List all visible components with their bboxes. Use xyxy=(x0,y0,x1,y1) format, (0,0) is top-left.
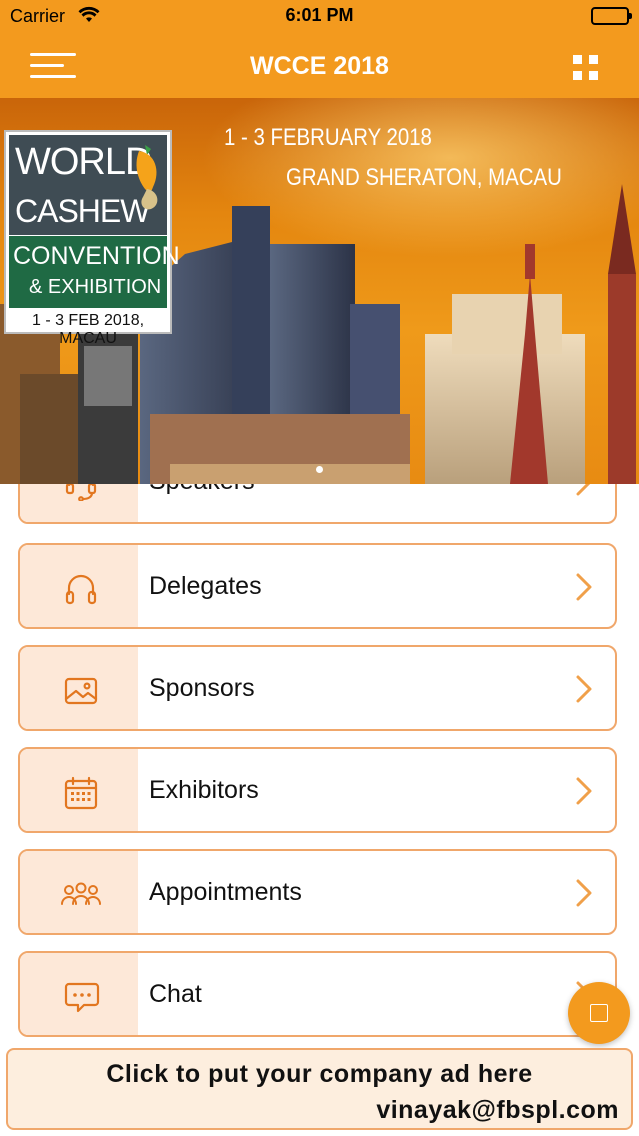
app-header: Carrier 6:01 PM WCCE 2018 xyxy=(0,0,639,98)
headset-icon xyxy=(65,484,97,501)
menu-item-label: Exhibitors xyxy=(149,776,259,804)
logo-exhibition-text: & EXHIBITION xyxy=(29,276,162,298)
chevron-right-icon xyxy=(576,879,592,907)
people-icon xyxy=(61,882,101,905)
ad-headline: Click to put your company ad here xyxy=(106,1060,533,1088)
calendar-icon xyxy=(64,776,98,810)
ad-banner[interactable]: Click to put your company ad here vinaya… xyxy=(6,1048,633,1130)
menu-item-chat[interactable]: Chat xyxy=(18,951,617,1037)
menu-item-sponsors[interactable]: Sponsors xyxy=(18,645,617,731)
chevron-right-icon xyxy=(576,675,592,703)
menu-item-speakers[interactable]: Speakers xyxy=(18,484,617,524)
logo-date-text: 1 - 3 FEB 2018, MACAU xyxy=(31,312,145,347)
menu-item-appointments[interactable]: Appointments xyxy=(18,849,617,935)
square-icon xyxy=(590,1004,608,1022)
page-title: WCCE 2018 xyxy=(250,52,389,80)
cashew-icon xyxy=(136,145,158,210)
battery-icon xyxy=(591,7,632,25)
ad-contact-email: vinayak@fbspl.com xyxy=(376,1096,619,1124)
menu-list: Speakers Delegates Sponsors xyxy=(0,484,639,1046)
event-banner[interactable]: WORLD CASHEW CONVENTION & EXHIBITION 1 -… xyxy=(0,98,639,484)
menu-item-label: Chat xyxy=(149,980,202,1008)
headphones-icon xyxy=(65,574,97,605)
grid-icon[interactable] xyxy=(573,55,599,81)
status-time: 6:01 PM xyxy=(285,5,354,25)
menu-item-label: Speakers xyxy=(149,484,255,522)
floating-action-button[interactable] xyxy=(568,982,630,1044)
banner-venue-text: GRAND SHERATON, MACAU xyxy=(286,164,562,191)
chevron-right-icon xyxy=(576,573,592,601)
nav-bar: WCCE 2018 xyxy=(0,34,639,98)
menu-item-exhibitors[interactable]: Exhibitors xyxy=(18,747,617,833)
banner-date-text: 1 - 3 FEBRUARY 2018 xyxy=(224,124,432,151)
menu-item-delegates[interactable]: Delegates xyxy=(18,543,617,629)
menu-item-label: Sponsors xyxy=(149,674,255,702)
image-icon xyxy=(64,677,98,705)
logo-convention-text: CONVENTION xyxy=(13,242,180,270)
event-logo: WORLD CASHEW CONVENTION & EXHIBITION 1 -… xyxy=(4,130,180,347)
carousel-indicator[interactable] xyxy=(0,460,639,478)
status-bar: Carrier 6:01 PM xyxy=(0,0,639,34)
menu-item-label: Delegates xyxy=(149,572,262,600)
chevron-right-icon xyxy=(576,484,591,496)
chat-icon xyxy=(64,982,100,1013)
chevron-right-icon xyxy=(576,777,592,805)
menu-item-label: Appointments xyxy=(149,878,302,906)
